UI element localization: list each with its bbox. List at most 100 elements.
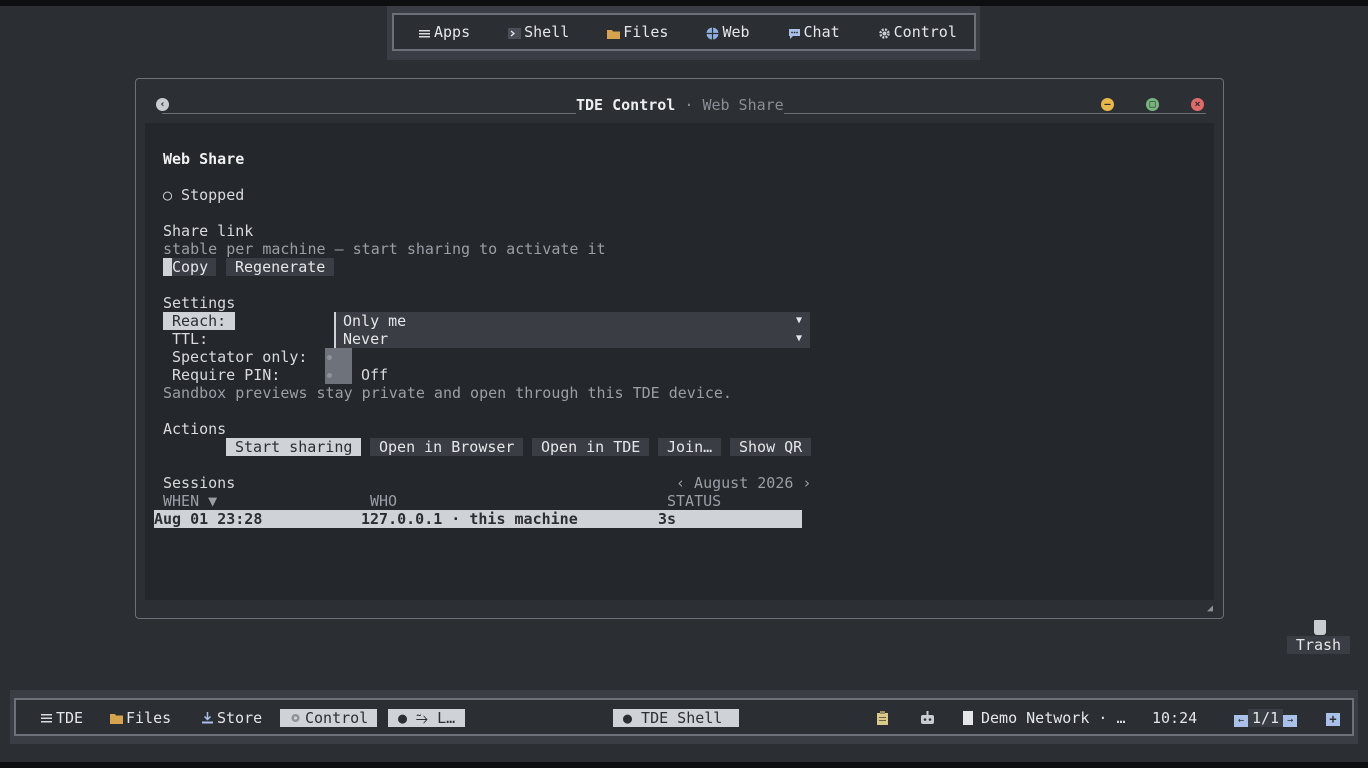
reach-label-text: Reach: [163,312,236,330]
reach-select[interactable]: Only me ▼ [334,312,810,330]
actions-label: Actions [163,420,227,438]
menu-web[interactable]: Web [706,23,750,41]
copy-button-label: Copy [172,258,209,276]
session-when: Aug 01 23:28 [154,510,263,528]
trash-icon [1314,620,1326,635]
share-link-label: Share link [163,222,254,240]
menu-web-label: Web [722,23,750,41]
menu-control[interactable]: Control [878,23,957,41]
ttl-label: TTL: [172,330,209,348]
menu-chat-label: Chat [803,23,840,41]
column-header-who[interactable]: WHO [370,492,397,510]
toggle-knob [327,373,332,378]
month-navigator[interactable]: ‹ August 2026 › [676,474,811,492]
menu-icon [40,710,53,723]
window-title-separator: · [675,96,703,114]
bottom-screen-edge [0,762,1368,768]
spectator-toggle[interactable] [325,348,352,366]
sessions-label: Sessions [163,474,236,492]
menu-shell-label: Shell [524,23,570,41]
download-icon [201,710,214,724]
ttl-select-value: Never [343,330,389,348]
copy-button[interactable]: Copy [163,258,217,276]
cursor-icon [163,258,172,276]
back-arrow-icon: ‹ [159,99,166,110]
taskbar-tde-label: TDE [56,709,84,727]
window-title: TDE Control · Web Share [576,96,784,114]
menu-shell[interactable]: Shell [508,23,569,41]
ttl-select[interactable]: Never ▼ [334,330,810,348]
maximize-icon: □ [1149,99,1156,110]
taskbar-control[interactable]: Control [280,709,378,727]
start-sharing-button[interactable]: Start sharing [226,438,362,456]
taskbar-tde-menu[interactable]: TDE [40,709,83,727]
title-rule-left [162,113,576,114]
chat-icon [788,26,801,39]
column-header-when[interactable]: WHEN ▼ [163,492,217,510]
minimize-button[interactable]: – [1101,98,1114,111]
toggle-knob [327,355,332,360]
reach-select-value: Only me [343,312,407,330]
session-who: 127.0.0.1 · this machine [361,510,578,528]
maximize-button[interactable]: □ [1146,98,1159,111]
window-titlebar[interactable]: ‹ TDE Control · Web Share – □ × [136,79,1223,115]
share-link-hint: stable per machine — start sharing to ac… [163,240,606,258]
taskbar-control-label: Control [305,709,369,727]
workspace-prev-icon[interactable]: ← [1234,715,1248,727]
plus-icon: + [1326,713,1340,726]
trash-label: Trash [1287,636,1350,654]
add-workspace-button[interactable]: + [1326,709,1340,727]
menu-apps[interactable]: Apps [418,23,470,41]
menu-files-label: Files [623,23,669,41]
taskbar-task-tde-shell[interactable]: ● TDE Shell [613,709,739,727]
tde-control-window: ‹ TDE Control · Web Share – □ × Web Shar… [135,78,1224,619]
menu-control-label: Control [893,23,957,41]
terminal-icon [508,26,522,39]
pin-toggle[interactable] [325,366,352,384]
column-header-status[interactable]: STATUS [667,492,721,510]
taskbar-task-l[interactable]: ● ⥲ L… [388,709,466,727]
page-title: Web Share [163,150,245,168]
status-text: ○ Stopped [163,186,245,204]
network-indicator-icon [963,711,973,725]
spectator-label: Spectator only: [172,348,308,366]
gear-icon [289,710,302,722]
network-label: Demo Network · … [981,709,1126,727]
show-qr-button[interactable]: Show QR [730,438,812,456]
clock[interactable]: 10:24 [1152,709,1197,727]
taskbar-files-label: Files [126,709,172,727]
window-title-sub: Web Share [702,96,784,114]
workspace-next-icon[interactable]: → [1283,715,1298,727]
open-in-tde-button[interactable]: Open in TDE [532,438,650,456]
menu-files[interactable]: Files [607,23,668,41]
chevron-down-icon: ▼ [795,333,802,344]
network-status[interactable]: Demo Network · … [963,709,1126,727]
taskbar-store[interactable]: Store [201,709,262,727]
close-button[interactable]: × [1191,98,1204,111]
close-icon: × [1194,99,1201,110]
menu-chat[interactable]: Chat [788,23,840,41]
trash-desktop-icon[interactable]: Trash [1287,618,1350,654]
robot-icon[interactable] [920,709,935,727]
open-in-browser-button[interactable]: Open in Browser [370,438,524,456]
table-row[interactable]: Aug 01 23:28 127.0.0.1 · this machine 3s [154,510,802,528]
join-button[interactable]: Join… [658,438,722,456]
resize-grip-icon[interactable]: ◢ [1207,604,1217,614]
chevron-down-icon: ▼ [795,315,802,326]
taskbar-files[interactable]: Files [110,709,171,727]
minimize-icon: – [1104,99,1111,110]
pin-label: Require PIN: [172,366,281,384]
window-title-main: TDE Control [576,96,676,114]
taskbar: TDE Files Store Control ● ⥲ L… ● TDE She… [14,698,1354,736]
title-rule-right [784,113,1206,114]
menu-apps-label: Apps [434,23,471,41]
workspace-switcher[interactable]: ← 1/1 → [1234,709,1298,727]
back-button[interactable]: ‹ [156,98,169,111]
taskbar-store-label: Store [217,709,263,727]
clipboard-icon[interactable] [876,709,889,727]
pin-state: Off [361,366,389,384]
workspace-indicator: 1/1 [1248,709,1284,727]
globe-icon [706,26,719,39]
reach-label: Reach: [163,312,236,330]
regenerate-button[interactable]: Regenerate [226,258,335,276]
